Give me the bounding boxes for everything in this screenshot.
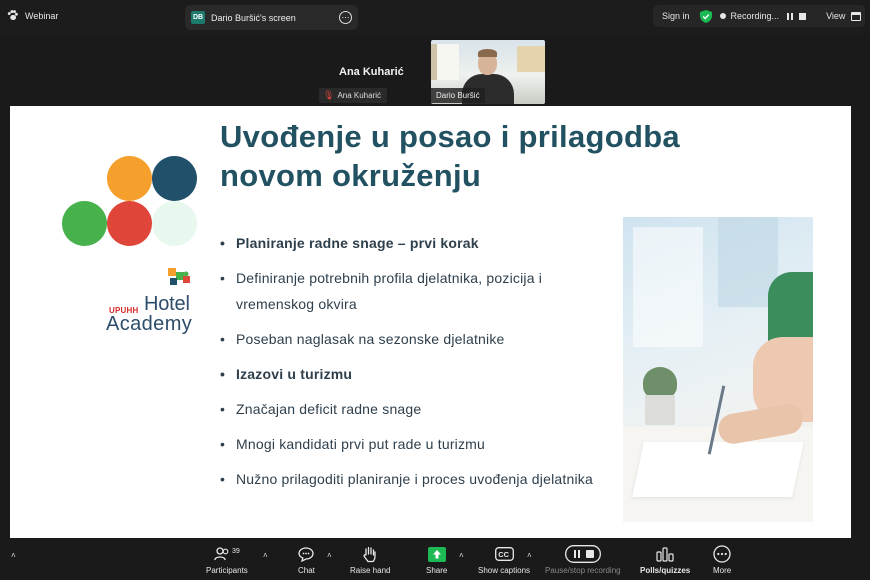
bullet-item: Mnogi kandidati prvi put rade u turizmu bbox=[218, 431, 608, 457]
logo-dot-mint bbox=[152, 201, 197, 246]
presenter-badge: DB bbox=[191, 11, 205, 24]
captions-icon: CC bbox=[494, 547, 514, 561]
logo-dot-red bbox=[107, 201, 152, 246]
view-layout-icon[interactable] bbox=[851, 11, 862, 21]
logo-dot-navy bbox=[152, 156, 197, 201]
shield-check-icon[interactable] bbox=[699, 9, 712, 23]
background-poster bbox=[431, 44, 459, 80]
chat-button[interactable]: Chat bbox=[298, 544, 315, 575]
slide-title: Uvođenje u posao i prilagodba novom okru… bbox=[220, 119, 680, 193]
muted-mic-icon: 🎙 bbox=[323, 90, 335, 100]
pause-stop-recording-button[interactable]: Pause/stop recording bbox=[545, 544, 621, 575]
shared-slide: Uvođenje u posao i prilagodba novom okru… bbox=[10, 106, 851, 538]
participants-count: 39 bbox=[232, 547, 240, 555]
video-name-tag: Dario Buršić bbox=[431, 88, 485, 103]
bullet-list: Planiranje radne snage – prvi korak Defi… bbox=[218, 230, 608, 501]
more-label: More bbox=[713, 566, 732, 575]
polls-icon bbox=[656, 546, 674, 562]
recording-status: Recording... bbox=[730, 11, 780, 21]
shared-screen-tab[interactable]: DB Dario Buršić's screen ⋯ bbox=[185, 5, 358, 30]
meeting-toolbar: ˄ 39 Participants ˄ Chat ˄ Raise hand Sh… bbox=[0, 540, 870, 580]
background-shelf bbox=[517, 46, 545, 72]
participants-label: Participants bbox=[206, 566, 248, 575]
photo-pot bbox=[645, 395, 675, 425]
app-title: Webinar bbox=[6, 9, 58, 22]
bullet-item: Definiranje potrebnih profila djelatnika… bbox=[218, 265, 608, 317]
bullet-item: Poseban naglasak na sezonske djelatnike bbox=[218, 326, 608, 352]
logo-dot-green bbox=[62, 201, 107, 246]
bullet-item: Izazovi u turizmu bbox=[218, 361, 608, 387]
share-label: Share bbox=[426, 566, 448, 575]
chevron-up-icon[interactable]: ˄ bbox=[11, 551, 16, 560]
bullet-item: Planiranje radne snage – prvi korak bbox=[218, 230, 608, 256]
sign-in-button[interactable]: Sign in bbox=[653, 11, 700, 21]
app-name: Webinar bbox=[25, 10, 59, 21]
active-speaker-name: Ana Kuharić bbox=[339, 66, 404, 78]
participants-icon bbox=[214, 547, 229, 561]
raise-hand-button[interactable]: Raise hand bbox=[350, 544, 390, 575]
bullet-item: Značajan deficit radne snage bbox=[218, 396, 608, 422]
more-button[interactable]: More bbox=[713, 544, 731, 575]
more-options-icon[interactable]: ⋯ bbox=[339, 11, 352, 24]
top-bar: Webinar DB Dario Buršić's screen ⋯ Sign … bbox=[0, 0, 870, 34]
person-hair bbox=[478, 49, 497, 57]
captions-label: Show captions bbox=[478, 566, 531, 575]
logo-academy: Academy bbox=[106, 313, 193, 335]
participants-button[interactable]: 39 Participants bbox=[206, 544, 248, 575]
puzzle-icon bbox=[168, 268, 190, 285]
participant-name-tag: 🎙 Ana Kuharić bbox=[319, 88, 388, 103]
stop-recording-icon[interactable] bbox=[799, 12, 807, 20]
office-photo bbox=[623, 217, 813, 522]
more-icon bbox=[713, 545, 731, 563]
raise-hand-label: Raise hand bbox=[350, 566, 391, 575]
photo-window bbox=[633, 227, 703, 347]
chevron-up-icon[interactable]: ˄ bbox=[459, 551, 464, 560]
logo-dot-orange bbox=[107, 156, 152, 201]
svg-text:CC: CC bbox=[498, 550, 509, 559]
share-button[interactable]: Share bbox=[426, 544, 447, 575]
pause-recording-icon[interactable] bbox=[787, 12, 794, 20]
chevron-up-icon[interactable]: ˄ bbox=[527, 551, 532, 560]
polls-button[interactable]: Polls/quizzes bbox=[640, 544, 690, 575]
raise-hand-icon bbox=[363, 546, 376, 562]
captions-button[interactable]: CC Show captions bbox=[478, 544, 530, 575]
polls-label: Polls/quizzes bbox=[640, 566, 691, 575]
chevron-up-icon[interactable]: ˄ bbox=[263, 551, 268, 560]
chat-icon bbox=[298, 546, 315, 562]
chat-label: Chat bbox=[298, 566, 315, 575]
recording-dot-icon bbox=[719, 13, 726, 19]
chevron-up-icon[interactable]: ˄ bbox=[327, 551, 332, 560]
share-screen-icon bbox=[427, 546, 446, 562]
top-right-controls: Sign in Recording... View bbox=[653, 5, 865, 27]
paw-icon bbox=[7, 10, 18, 21]
participant-tag-label: Ana Kuharić bbox=[337, 91, 382, 100]
shared-screen-title: Dario Buršić's screen bbox=[211, 12, 296, 23]
view-button[interactable]: View bbox=[826, 11, 845, 21]
hotel-academy-logo: UPUHH Hotel Academy bbox=[106, 266, 206, 340]
recording-controls-icon bbox=[564, 545, 601, 563]
photo-paper bbox=[632, 442, 804, 497]
bullet-item: Nužno prilagoditi planiranje i proces uv… bbox=[218, 466, 608, 492]
recording-label: Pause/stop recording bbox=[545, 566, 621, 575]
